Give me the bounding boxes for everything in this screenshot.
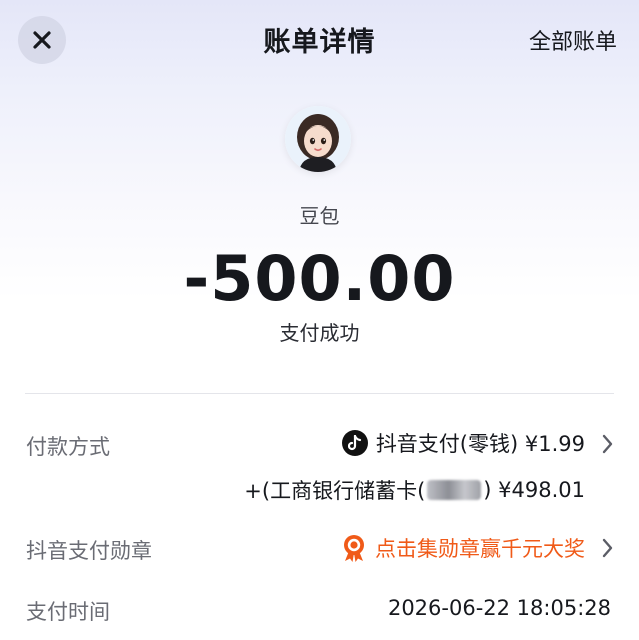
divider	[25, 393, 614, 394]
payment-method-secondary-suffix: ) ¥498.01	[483, 478, 585, 502]
douyin-logo-icon	[341, 430, 368, 456]
payment-method-secondary-prefix: +(工商银行储蓄卡(	[244, 479, 426, 503]
chevron-right-icon[interactable]	[599, 537, 615, 559]
avatar	[285, 106, 351, 172]
merchant-name: 豆包	[299, 204, 340, 228]
status-text: 支付成功	[279, 321, 360, 345]
badge-promo-link[interactable]: 点击集勋章赢千元大奖	[341, 533, 585, 563]
badge-promo-text: 点击集勋章赢千元大奖	[375, 537, 585, 561]
chevron-right-icon[interactable]	[599, 433, 615, 455]
badge-label: 抖音支付勋章	[26, 539, 152, 563]
pay-time-label: 支付时间	[26, 600, 110, 624]
amount: -500.00	[183, 242, 456, 315]
payment-method-label: 付款方式	[26, 435, 110, 459]
payment-method-primary-text: 抖音支付(零钱) ¥1.99	[375, 432, 585, 456]
masked-card-number	[427, 480, 482, 500]
payment-method-secondary: +(工商银行储蓄卡( ) ¥498.01	[244, 475, 585, 505]
all-bills-link[interactable]: 全部账单	[529, 24, 617, 56]
payment-method-primary[interactable]: 抖音支付(零钱) ¥1.99	[341, 428, 585, 458]
pay-time-value: 2026-06-22 18:05:28	[387, 596, 611, 620]
top-bar: 账单详情 全部账单	[0, 0, 639, 80]
medal-icon	[344, 535, 364, 562]
